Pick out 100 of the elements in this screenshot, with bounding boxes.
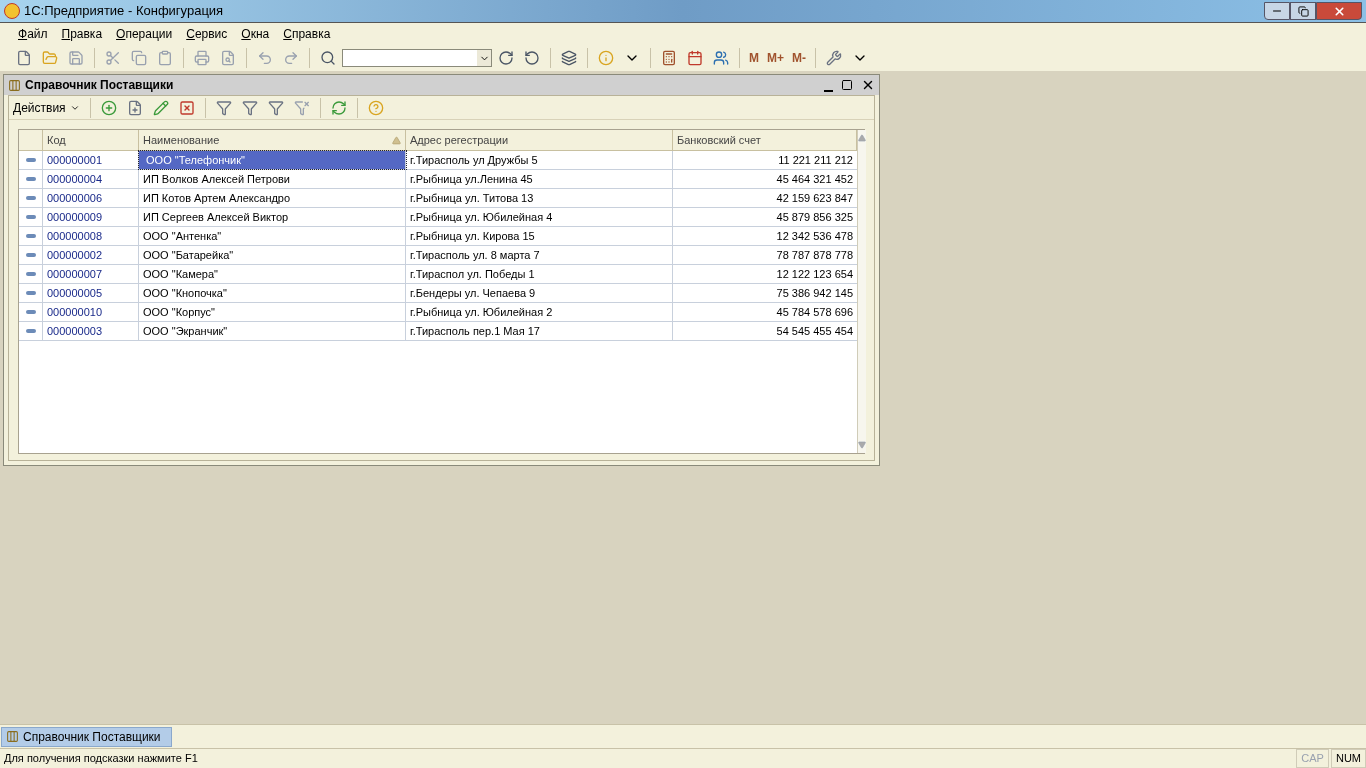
table-cell: г.Рыбница ул.Ленина 45: [406, 170, 673, 188]
table-cell: г.Рыбница ул. Кирова 15: [406, 227, 673, 245]
table-cell: г.Рыбница ул. Юбилейная 4: [406, 208, 673, 226]
maximize-button[interactable]: [841, 79, 853, 91]
column-header[interactable]: Адрес регестрации: [406, 130, 673, 150]
item-marker-icon: [25, 329, 36, 333]
find-next-icon: [498, 50, 514, 66]
item-marker-icon: [25, 215, 36, 219]
item-marker-icon: [25, 291, 36, 295]
table-cell: 000000002: [43, 246, 139, 264]
table-cell: г.Рыбница ул. Юбилейная 2: [406, 303, 673, 321]
add-icon: [100, 99, 117, 116]
calculator-icon: [661, 50, 677, 66]
close-button[interactable]: [861, 78, 875, 92]
new-document-icon: [16, 50, 32, 66]
table-cell: ООО "Корпус": [139, 303, 406, 321]
table-cell-text: 45 464 321 452: [775, 171, 854, 187]
table-cell-text: 12 122 123 654: [775, 266, 854, 282]
table-cell: г.Рыбница ул. Титова 13: [406, 189, 673, 207]
actions-menu-button[interactable]: Действия: [13, 98, 84, 117]
scroll-up-icon[interactable]: [858, 134, 866, 142]
column-header[interactable]: Код: [43, 130, 139, 150]
item-marker-icon: [25, 234, 36, 238]
menu-item[interactable]: Сервис: [180, 25, 234, 43]
table-cell-text: 12 342 536 478: [775, 228, 854, 244]
table-cell: ИП Волков Алексей Петрови: [139, 170, 406, 188]
close-icon: [1332, 4, 1346, 18]
key-indicator: CAP: [1296, 749, 1329, 768]
table-cell: 000000004: [43, 170, 139, 188]
memory-button[interactable]: M-: [789, 49, 809, 67]
info-icon: [598, 50, 614, 66]
item-marker-icon: [25, 177, 36, 181]
vertical-scrollbar[interactable]: [857, 130, 866, 453]
table-cell: ООО "Камера": [139, 265, 406, 283]
memory-button[interactable]: M: [746, 49, 762, 67]
table-cell: 000000006: [43, 189, 139, 207]
item-marker-icon: [25, 272, 36, 276]
find-previous-icon: [524, 50, 540, 66]
print-preview-icon: [220, 50, 236, 66]
table-cell: г.Тираспол ул. Победы 1: [406, 265, 673, 283]
edit-icon: [152, 99, 169, 116]
table-cell: г.Тирасполь ул Дружбы 5: [406, 151, 673, 169]
copy-icon: [131, 50, 147, 66]
table-cell: ООО "Экранчик": [139, 322, 406, 340]
wrench-icon: [826, 50, 842, 66]
menu-item[interactable]: Операции: [110, 25, 179, 43]
undo-icon: [257, 50, 273, 66]
menu-item[interactable]: Правка: [55, 25, 109, 43]
users-icon: [713, 50, 729, 66]
item-marker-icon: [25, 310, 36, 314]
item-marker-icon: [25, 158, 36, 162]
close-icon: [861, 78, 875, 92]
minimize-icon: [824, 89, 833, 92]
app-logo-icon: [4, 3, 20, 19]
key-indicator: NUM: [1330, 749, 1366, 768]
taskbar-button[interactable]: Справочник Поставщики: [1, 726, 172, 747]
maximize-icon: [841, 79, 853, 91]
table-cell-text: 54 545 455 454: [775, 323, 854, 339]
clear-filter-icon: [293, 99, 310, 116]
search-field[interactable]: [342, 49, 492, 67]
print-icon: [194, 50, 210, 66]
help-icon: [367, 99, 384, 116]
table-cell: ИП Сергеев Алексей Виктор: [139, 208, 406, 226]
table-cell-text: 78 787 878 778: [775, 247, 854, 263]
table-cell: 000000010: [43, 303, 139, 321]
table-cell-text: 45 879 856 325: [775, 209, 854, 225]
menu-item[interactable]: Справка: [277, 25, 337, 43]
refresh-icon: [330, 99, 347, 116]
table-cell-text: 75 386 942 145: [775, 285, 854, 301]
filter-icon: [215, 99, 232, 116]
open-folder-icon: [42, 50, 58, 66]
table-cell: г.Тирасполь пер.1 Мая 17: [406, 322, 673, 340]
memory-button[interactable]: M+: [764, 49, 787, 67]
table-cell: 000000008: [43, 227, 139, 245]
table-cell: г.Тирасполь ул. 8 марта 7: [406, 246, 673, 264]
calendar-icon: [687, 50, 703, 66]
status-hint: Для получения подсказки нажмите F1: [4, 751, 198, 767]
table-cell-text: 45 784 578 696: [775, 304, 854, 320]
child-window-title: Справочник Поставщики: [25, 77, 174, 94]
table-cell: ООО "Антенка": [139, 227, 406, 245]
table-cell: 000000009: [43, 208, 139, 226]
filter-icon: [267, 99, 284, 116]
restore-button[interactable]: [1290, 2, 1316, 20]
table-cell: г.Бендеры ул. Чепаева 9: [406, 284, 673, 302]
table-cell: ООО "Батарейка": [139, 246, 406, 264]
table-cell: ООО "Телефончик": [139, 151, 406, 169]
window-title: 1С:Предприятие - Конфигурация: [24, 2, 224, 21]
table-cell: 000000003: [43, 322, 139, 340]
menu-item[interactable]: Файл: [12, 25, 54, 43]
table-cell: ООО "Кнопочка": [139, 284, 406, 302]
table-cell: ИП Котов Артем Александро: [139, 189, 406, 207]
menu-item[interactable]: Окна: [235, 25, 276, 43]
filter-icon: [241, 99, 258, 116]
sort-icon: [392, 135, 401, 145]
redo-icon: [283, 50, 299, 66]
scroll-down-icon[interactable]: [858, 441, 866, 449]
table-cell: 000000005: [43, 284, 139, 302]
paste-icon: [157, 50, 173, 66]
cut-icon: [105, 50, 121, 66]
catalog-icon: [8, 78, 21, 92]
